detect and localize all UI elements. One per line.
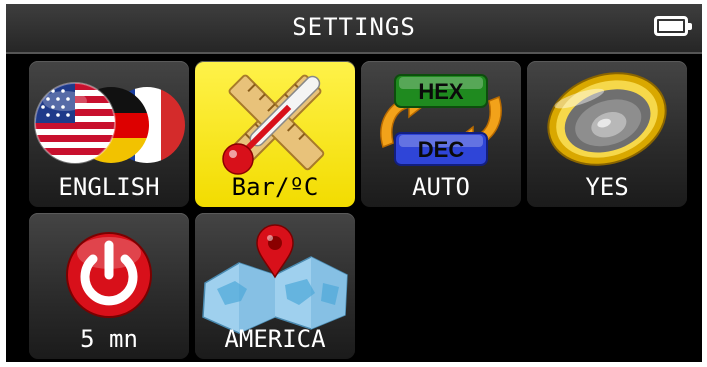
page-title: SETTINGS — [292, 13, 416, 41]
auto-off-label: 5 mn — [80, 325, 138, 353]
sound-tile[interactable]: YES — [527, 61, 687, 207]
dec-text: DEC — [418, 137, 465, 162]
number-format-tile[interactable]: HEX DEC AUTO — [361, 61, 521, 207]
number-format-label: AUTO — [412, 173, 470, 201]
auto-off-tile[interactable]: 5 mn — [29, 213, 189, 359]
region-label: AMERICA — [224, 325, 326, 353]
units-label: Bar/ºC — [231, 173, 319, 201]
title-bar: SETTINGS — [6, 4, 702, 54]
device-screen: SETTINGS ENGLISH Bar/ºC HEX DEC AUTO YES… — [6, 4, 702, 362]
battery-icon — [654, 16, 692, 36]
sound-label: YES — [585, 173, 629, 201]
units-tile[interactable]: Bar/ºC — [195, 61, 355, 207]
hex-text: HEX — [418, 79, 464, 104]
region-tile[interactable]: AMERICA — [195, 213, 355, 359]
language-label: ENGLISH — [58, 173, 160, 201]
language-tile[interactable]: ENGLISH — [29, 61, 189, 207]
